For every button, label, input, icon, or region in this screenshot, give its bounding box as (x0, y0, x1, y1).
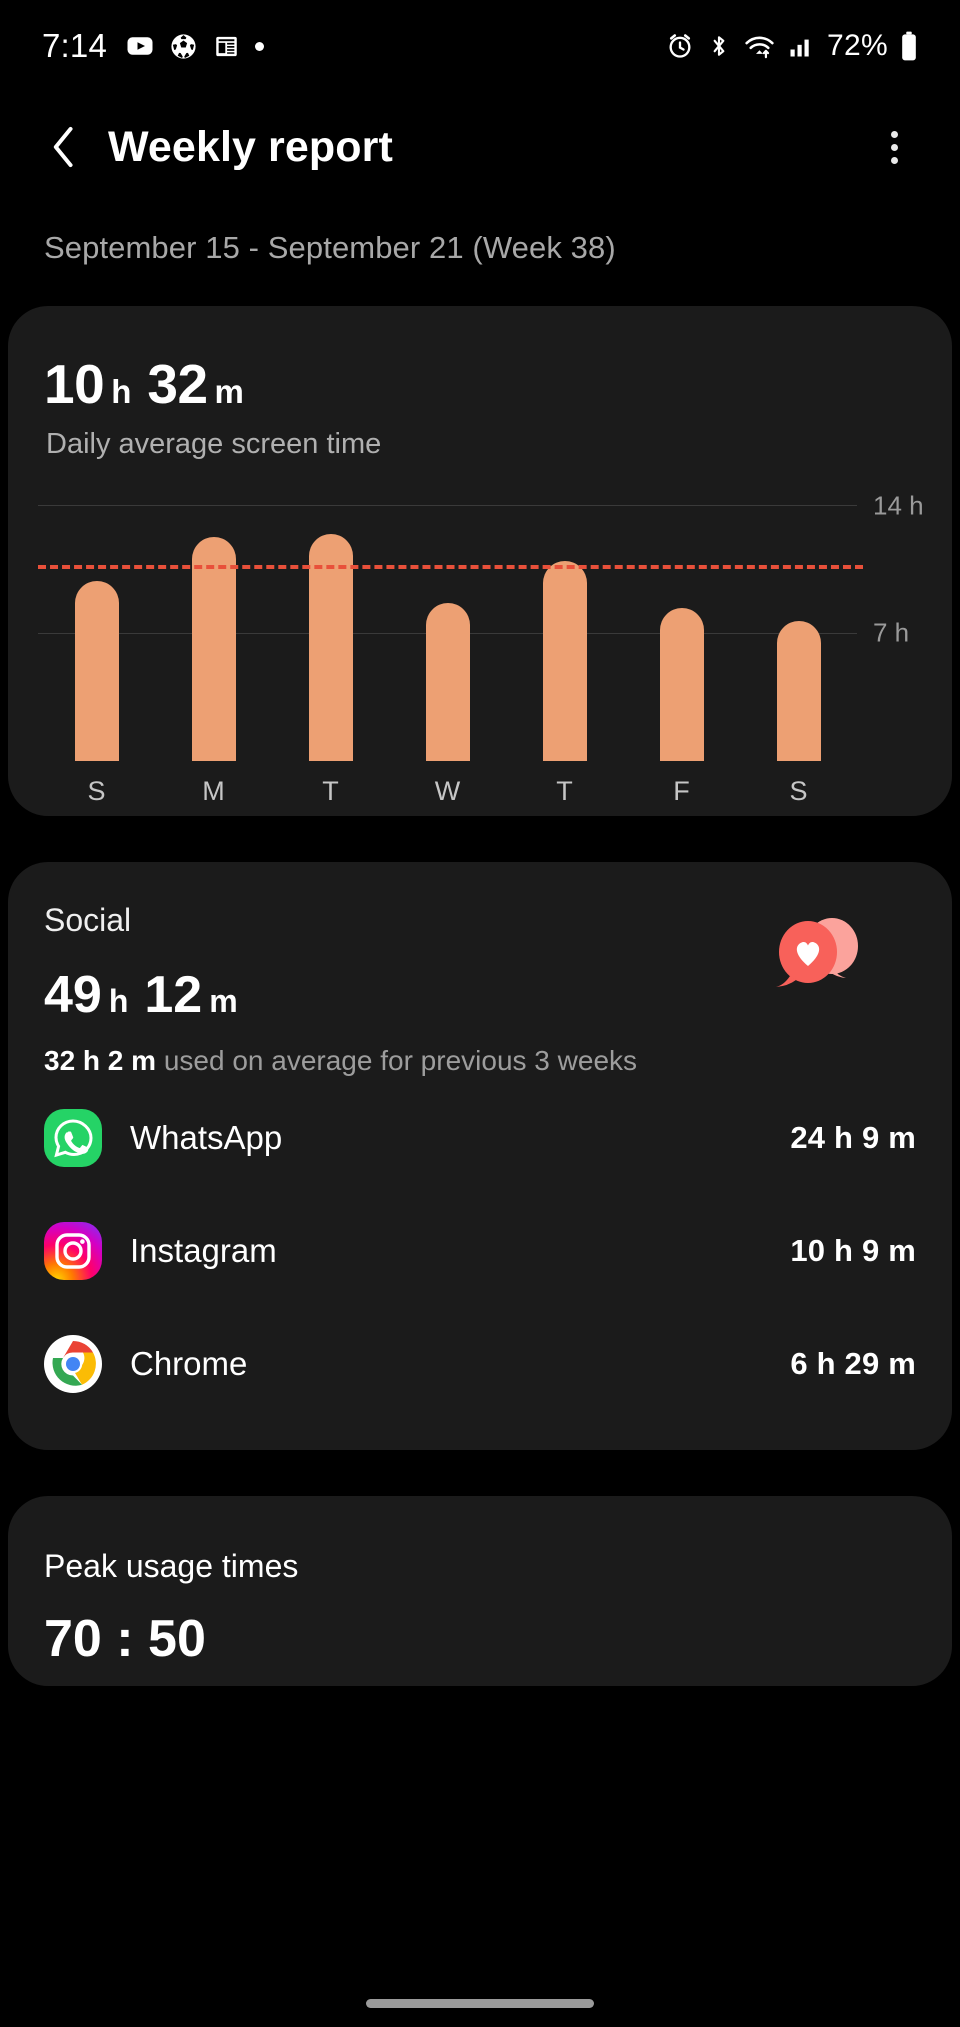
app-time: 10 h 9 m (790, 1232, 916, 1268)
category-average-text: used on average for previous 3 weeks (156, 1045, 638, 1076)
battery-percent: 72% (827, 29, 888, 62)
daily-average-minutes: 32 (147, 353, 208, 415)
social-category-card[interactable]: Social 49 h 12 m 32 h 2 m used on averag… (8, 862, 952, 1450)
chart-x-tick-label: S (789, 776, 808, 806)
chart-bar[interactable] (425, 602, 470, 761)
chrome-icon (44, 1334, 102, 1393)
list-item[interactable]: Chrome 6 h 29 m (44, 1311, 916, 1416)
dot-indicator (255, 41, 265, 51)
more-options-button[interactable] (868, 121, 920, 173)
whatsapp-icon (44, 1108, 102, 1167)
wifi-icon (744, 32, 775, 60)
chart-bar[interactable] (776, 620, 821, 761)
chart-day-labels: SMTWTFS (38, 761, 857, 809)
date-range-label: September 15 - September 21 (Week 38) (44, 230, 616, 265)
app-time: 6 h 29 m (790, 1345, 916, 1381)
soccer-ball-icon (169, 32, 198, 61)
screen-time-card[interactable]: 10 h 32 m Daily average screen time 7 h 1… (8, 306, 952, 816)
social-card-header: Social 49 h 12 m 32 h 2 m used on averag… (44, 902, 916, 1077)
chart-bar[interactable] (659, 608, 704, 761)
chart-x-tick-label: S (87, 776, 106, 806)
social-minutes-unit: m (209, 983, 238, 1019)
signal-icon (787, 32, 815, 60)
home-gesture-pill[interactable] (366, 1998, 594, 2008)
chart-x-tick-label: T (556, 776, 573, 806)
alarm-icon (666, 32, 694, 60)
app-time: 24 h 9 m (790, 1119, 916, 1155)
youtube-icon (125, 31, 155, 61)
back-button[interactable] (38, 121, 90, 173)
hours-unit: h (111, 373, 132, 410)
weekly-usage-chart: 7 h 14 h S M T W T F S (8, 479, 952, 809)
list-item[interactable]: WhatsApp 24 h 9 m (44, 1085, 916, 1190)
chart-y-tick-label: 7 h (873, 617, 910, 648)
status-bar: 7:14 72% (0, 0, 960, 92)
chart-x-tick-label: W (434, 776, 461, 806)
chart-x-tick-label: F (673, 776, 690, 806)
daily-average-duration: 10 h 32 m (8, 352, 952, 416)
minutes-unit: m (214, 373, 244, 410)
social-hours: 49 (44, 966, 102, 1024)
chart-bars (38, 479, 857, 761)
back-icon (53, 126, 73, 168)
social-minutes: 12 (144, 966, 203, 1024)
chart-bar[interactable] (191, 537, 236, 761)
list-item[interactable]: Instagram 10 h 9 m (44, 1198, 916, 1303)
page-title: Weekly report (108, 122, 393, 171)
app-name: Chrome (130, 1344, 248, 1382)
app-name: Instagram (130, 1231, 277, 1269)
chart-x-tick-label: M (202, 776, 225, 806)
peak-usage-card[interactable]: Peak usage times 70 : 50 (8, 1496, 952, 1686)
peak-usage-value: 70 : 50 (44, 1610, 206, 1668)
chart-plot-area: 7 h 14 h (38, 479, 924, 761)
battery-icon (900, 31, 918, 61)
more-options-icon (890, 143, 898, 151)
category-average: 32 h 2 m used on average for previous 3 … (44, 1045, 916, 1077)
more-options-icon (890, 156, 898, 164)
social-bubbles-heart-icon (770, 912, 866, 994)
status-time: 7:14 (42, 27, 108, 64)
peak-usage-title: Peak usage times (44, 1548, 299, 1584)
chart-x-tick-label: T (322, 776, 339, 806)
app-name: WhatsApp (130, 1118, 283, 1156)
social-hours-unit: h (108, 983, 129, 1019)
chart-y-tick-label: 14 h (873, 490, 924, 521)
chart-bar[interactable] (74, 580, 119, 761)
news-icon (212, 32, 241, 61)
bluetooth-icon (706, 32, 732, 60)
more-options-icon (890, 130, 898, 138)
instagram-icon (44, 1221, 102, 1280)
status-bar-right: 72% (666, 29, 918, 63)
chart-bar[interactable] (542, 560, 587, 761)
status-bar-left: 7:14 (42, 27, 265, 65)
chart-average-line (38, 565, 863, 570)
app-header: Weekly report (0, 92, 960, 202)
daily-average-label: Daily average screen time (46, 428, 382, 460)
category-average-value: 32 h 2 m (44, 1045, 157, 1076)
system-navigation-bar (0, 1979, 960, 2027)
daily-average-hours: 10 (44, 353, 105, 415)
